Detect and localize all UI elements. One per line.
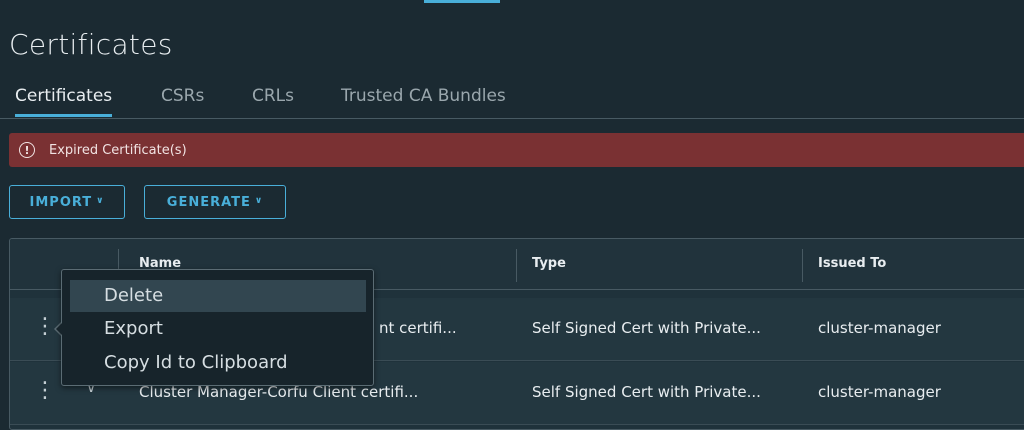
menu-caret-fill — [56, 322, 63, 336]
menu-item-copy-id[interactable]: Copy Id to Clipboard — [70, 347, 366, 379]
alert-message: Expired Certificate(s) — [49, 142, 187, 158]
cell-type: Self Signed Cert with Private... — [532, 319, 761, 337]
expired-alert-banner: ! Expired Certificate(s) — [9, 133, 1024, 167]
chevron-down-icon: ∨ — [96, 196, 105, 206]
exclamation-circle-icon: ! — [19, 142, 35, 158]
tab-bar: Certificates CSRs CRLs Trusted CA Bundle… — [0, 84, 1024, 119]
menu-item-export[interactable]: Export — [70, 313, 366, 345]
chevron-down-icon: ∨ — [254, 196, 264, 206]
column-separator — [802, 249, 803, 282]
cell-type: Self Signed Cert with Private... — [532, 383, 761, 401]
tab-certificates[interactable]: Certificates — [15, 84, 113, 117]
kebab-menu-icon[interactable]: ⋮ — [34, 378, 56, 404]
import-button[interactable]: IMPORT ∨ — [9, 185, 125, 219]
tab-csrs[interactable]: CSRs — [161, 84, 204, 117]
kebab-menu-icon[interactable]: ⋮ — [34, 314, 56, 340]
generate-button-label: GENERATE — [166, 194, 251, 210]
column-header-issued-to[interactable]: Issued To — [818, 256, 886, 271]
menu-item-delete[interactable]: Delete — [70, 280, 366, 312]
import-button-label: IMPORT — [29, 194, 93, 210]
tab-crls[interactable]: CRLs — [252, 84, 294, 117]
generate-button[interactable]: GENERATE ∨ — [144, 185, 286, 219]
cell-issued-to: cluster-manager — [818, 319, 941, 337]
top-nav-active-indicator — [424, 0, 500, 3]
column-header-type[interactable]: Type — [532, 256, 566, 271]
tab-trusted-ca-bundles[interactable]: Trusted CA Bundles — [341, 84, 506, 117]
column-separator — [516, 249, 517, 282]
cell-issued-to: cluster-manager — [818, 383, 941, 401]
row-context-menu: Delete Export Copy Id to Clipboard — [61, 269, 374, 386]
cell-name: nt certifi... — [379, 319, 457, 337]
page-title: Certificates — [9, 28, 173, 61]
